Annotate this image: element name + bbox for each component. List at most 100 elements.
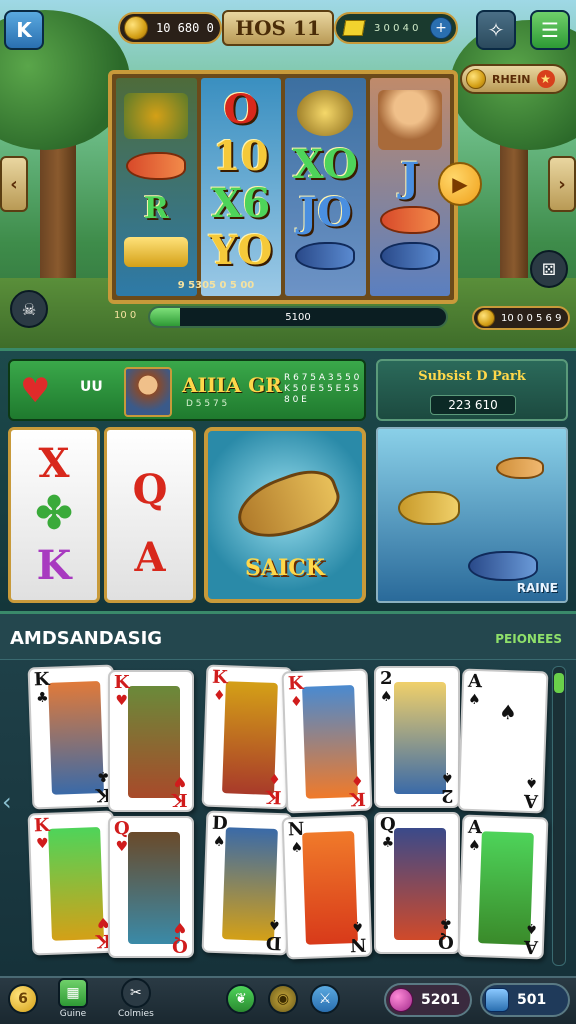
fish-icon <box>496 457 544 479</box>
symbol-card[interactable]: X ✤ K <box>8 427 100 603</box>
bonus-button[interactable]: RHEIN ★ <box>460 64 568 94</box>
balance-value: 10 0 0 5 6 9 <box>501 312 562 324</box>
card-suit-icon: ♠ <box>525 919 539 937</box>
reel-symbol: R <box>143 190 169 226</box>
prev-arrow-button[interactable]: ‹ <box>0 156 28 212</box>
card-rank-bottom: 2 ♠ <box>441 768 454 806</box>
top-bar: K 10 680 0 HOS 11 3 0 0 4 0 + ✧ ☰ <box>0 0 576 54</box>
card-rank-top: K ♦ <box>288 673 305 712</box>
coin-value: 10 680 0 <box>156 21 214 35</box>
card-suit-icon: ♥ <box>115 839 129 855</box>
slot-caption: 9 5305 0 5 00 <box>177 280 255 291</box>
dice-button[interactable]: ⚄ <box>530 250 568 288</box>
coin-symbol <box>297 90 354 137</box>
ocean-scene[interactable]: RAINE <box>376 427 568 603</box>
leaf-button[interactable]: ❦ <box>226 984 256 1014</box>
chevron-left-icon[interactable]: ‹ <box>2 788 12 816</box>
playing-card[interactable]: K ♣ K ♣ <box>27 664 119 810</box>
balance-display: 10 0 0 5 6 9 <box>472 306 570 330</box>
next-arrow-button[interactable]: › <box>548 156 576 212</box>
playing-card[interactable]: K ♥ K ♥ <box>27 810 119 956</box>
card-symbol: A <box>134 534 166 581</box>
jackpot-card[interactable]: Subsist D Park 223 610 <box>376 359 568 421</box>
card-suit-icon: ♠ <box>290 839 304 857</box>
playing-card[interactable]: 2 ♠ 2 ♠ <box>374 666 460 808</box>
playing-card[interactable]: N ♠ N ♠ <box>281 814 373 960</box>
game-title: HOS 11 <box>222 10 334 46</box>
card-rank: Q <box>380 814 396 835</box>
card-area-title: AMDSANDASIG <box>10 628 163 649</box>
scroll-thumb[interactable] <box>554 673 564 693</box>
fish-symbol <box>379 242 440 270</box>
playing-card[interactable]: K ♦ K ♦ <box>281 668 373 814</box>
card-area-link[interactable]: PEIONEES <box>495 632 562 646</box>
symbol-card[interactable]: Q A <box>104 427 196 603</box>
bottom-bar: 6 ▦ Guine ✂ Colmies ❦ ◉ ⚔ 5201 501 <box>0 976 576 1024</box>
card-suit-icon: ♣ <box>35 689 50 707</box>
games-label: Guine <box>59 1009 87 1019</box>
card-suit-icon: ♦ <box>350 771 365 789</box>
scrollbar[interactable] <box>552 666 566 966</box>
card-rank: A <box>523 935 539 958</box>
leaf-icon: ❦ <box>226 984 256 1014</box>
card-rank: K <box>172 789 188 810</box>
progress-bar: 5100 <box>148 306 448 328</box>
card-rank: A <box>523 789 539 812</box>
fish-symbol <box>126 152 187 181</box>
columns-tab[interactable]: ✂ Colmies <box>118 978 154 1019</box>
playing-card[interactable]: Q ♣ Q ♣ <box>374 812 460 954</box>
playing-card[interactable]: K ♦ K ♦ <box>201 664 293 810</box>
card-rank-top: Q ♥ <box>114 820 130 856</box>
card-rank: K <box>350 787 367 810</box>
chips-counter[interactable]: 5201 <box>384 983 472 1017</box>
playing-card[interactable]: A ♠ A ♠ <box>457 814 549 960</box>
chips-value: 5201 <box>421 992 460 1008</box>
skull-icon: ☠ <box>21 299 37 319</box>
home-button[interactable]: 6 <box>8 984 38 1014</box>
gem-value: 3 0 0 4 0 <box>374 22 419 34</box>
playing-card[interactable]: Q ♥ Q ♥ <box>108 816 194 958</box>
reel-symbol: 10 <box>212 132 269 180</box>
reel-symbol: X6 <box>211 179 271 227</box>
coin-counter[interactable]: 10 680 0 <box>118 12 222 44</box>
player-card[interactable]: ♥ UU AIIIA GR D 5 5 7 5 R 6 7 5 A 3 5 5 … <box>8 359 366 421</box>
card-rank-bottom: Q ♥ <box>172 918 188 956</box>
fish-feature-card[interactable]: SAICK <box>204 427 366 603</box>
add-gems-button[interactable]: + <box>430 17 452 39</box>
dice-icon: ⚄ <box>542 259 556 279</box>
card-symbol: Q <box>132 466 168 513</box>
reel-symbol: O <box>223 85 259 133</box>
bonus-label: RHEIN <box>492 72 531 86</box>
card-suit-icon: ♥ <box>173 919 187 935</box>
card-rank: D <box>265 931 283 954</box>
games-tab[interactable]: ▦ Guine <box>58 978 88 1019</box>
pin-button[interactable]: ✧ <box>476 10 516 50</box>
card-suit-icon: ♠ <box>350 917 364 935</box>
card-artwork <box>394 682 446 794</box>
card-rank-bottom: K ♥ <box>172 772 188 810</box>
menu-icon: ☰ <box>541 18 559 42</box>
card-suit-icon: ♦ <box>212 687 226 705</box>
gems-value: 501 <box>517 992 547 1008</box>
gem-counter[interactable]: 3 0 0 4 0 + <box>334 12 458 44</box>
pin-icon: ✧ <box>487 18 505 42</box>
card-suit-icon: ♥ <box>35 835 50 853</box>
playing-card[interactable]: K ♥ K ♥ <box>108 670 194 812</box>
play-icon: ▶ <box>452 172 468 196</box>
gem-icon <box>389 988 413 1012</box>
playing-card[interactable]: ♠ A ♠ A ♠ <box>457 668 549 814</box>
playing-card[interactable]: D ♠ D ♠ <box>201 810 293 956</box>
card-suit-icon: ♠ <box>467 837 481 855</box>
jackpot-title: Subsist D Park <box>418 369 526 384</box>
gems-counter[interactable]: 501 <box>480 983 570 1017</box>
shield-button[interactable]: ⚔ <box>310 984 340 1014</box>
reel-1: R <box>116 78 197 296</box>
skull-button[interactable]: ☠ <box>10 290 48 328</box>
mermaid-symbol <box>377 90 442 150</box>
card-rank-top: K ♥ <box>114 674 130 710</box>
card-suit-icon: ♠ <box>467 691 481 709</box>
spin-button[interactable]: ▶ <box>438 162 482 206</box>
back-button[interactable]: K <box>4 10 44 50</box>
menu-button[interactable]: ☰ <box>530 10 570 50</box>
gold-button[interactable]: ◉ <box>268 984 298 1014</box>
